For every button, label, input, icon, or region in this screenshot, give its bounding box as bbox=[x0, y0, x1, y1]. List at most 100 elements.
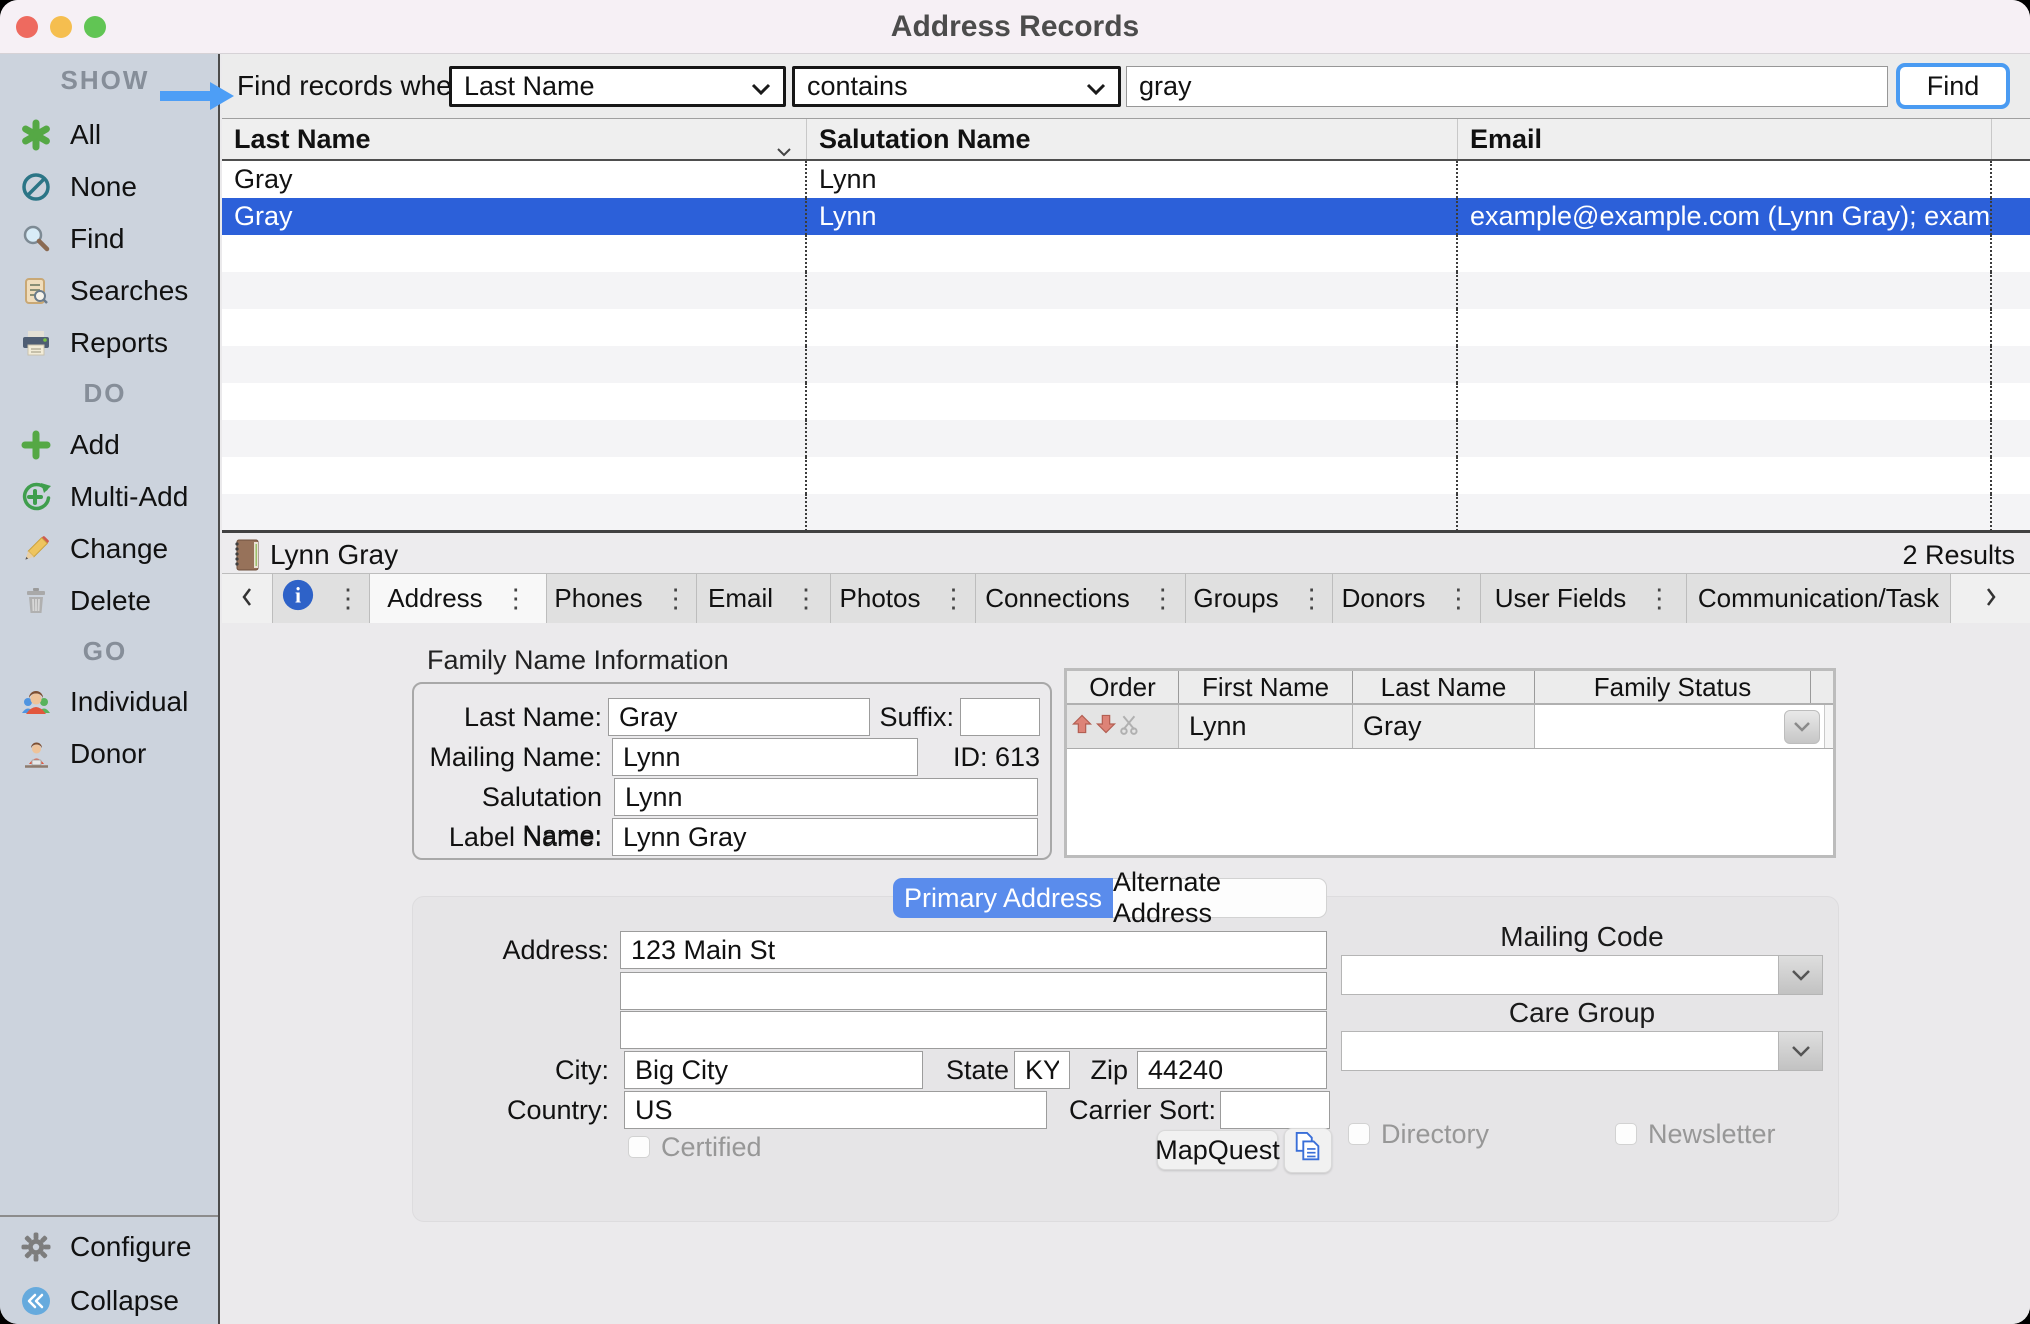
sidebar-item-donor[interactable]: Donor bbox=[0, 736, 220, 772]
operator-select[interactable]: contains bbox=[792, 66, 1121, 107]
tab-options-icon[interactable]: ⋮ bbox=[940, 583, 966, 614]
chevron-down-icon[interactable] bbox=[1784, 710, 1820, 744]
country-field[interactable] bbox=[624, 1091, 1047, 1129]
order-column-header: Order bbox=[1067, 671, 1179, 703]
tab-address[interactable]: Address⋮ bbox=[370, 574, 547, 623]
tab-scroll-right[interactable] bbox=[1951, 574, 2030, 623]
move-down-icon[interactable] bbox=[1095, 713, 1117, 740]
tab-options-icon[interactable]: ⋮ bbox=[663, 583, 689, 614]
tab-scroll-left[interactable] bbox=[222, 574, 273, 623]
care-group-dropdown[interactable] bbox=[1341, 1031, 1823, 1071]
tab-email[interactable]: Email⋮ bbox=[697, 574, 831, 623]
mailing-name-field[interactable] bbox=[612, 738, 918, 776]
sidebar-item-multi-add[interactable]: Multi-Add bbox=[0, 479, 220, 515]
column-header-salutation[interactable]: Salutation Name bbox=[807, 119, 1458, 159]
tab-connections[interactable]: Connections⋮ bbox=[976, 574, 1186, 623]
tab-phones[interactable]: Phones⋮ bbox=[547, 574, 697, 623]
sidebar-item-change[interactable]: Change bbox=[0, 531, 220, 567]
cell-extra bbox=[1992, 198, 2030, 235]
sidebar-item-label: Donor bbox=[70, 738, 146, 770]
find-button[interactable]: Find bbox=[1896, 63, 2010, 109]
member-first-name-cell[interactable]: Lynn bbox=[1179, 705, 1353, 748]
address-line3-field[interactable] bbox=[620, 1011, 1327, 1049]
tab-options-icon[interactable]: ⋮ bbox=[1445, 583, 1471, 614]
tab-options-icon[interactable]: ⋮ bbox=[335, 583, 361, 614]
suffix-field[interactable] bbox=[960, 698, 1040, 736]
sidebar-item-individual[interactable]: Individual bbox=[0, 684, 220, 720]
alternate-address-tab[interactable]: Alternate Address bbox=[1113, 878, 1327, 918]
plus-icon bbox=[20, 429, 52, 461]
primary-address-tab[interactable]: Primary Address bbox=[893, 878, 1113, 918]
tab-groups[interactable]: Groups⋮ bbox=[1186, 574, 1333, 623]
scrollbar-gutter-header bbox=[1811, 671, 1833, 703]
sidebar-item-add[interactable]: Add bbox=[0, 427, 220, 463]
cell-email: example@example.com (Lynn Gray); example… bbox=[1458, 198, 1992, 235]
column-header-label: Last Name bbox=[234, 124, 371, 155]
tab-options-icon[interactable]: ⋮ bbox=[1646, 583, 1672, 614]
column-header-label: Email bbox=[1470, 124, 1542, 155]
label-name-field[interactable] bbox=[612, 818, 1038, 856]
sidebar-item-delete[interactable]: Delete bbox=[0, 583, 220, 619]
city-label: City: bbox=[413, 1051, 609, 1089]
tab-options-icon[interactable]: ⋮ bbox=[793, 583, 819, 614]
zip-field[interactable] bbox=[1137, 1051, 1327, 1089]
member-last-name-cell[interactable]: Gray bbox=[1353, 705, 1535, 748]
tab-communication-task[interactable]: Communication/Task bbox=[1687, 574, 1951, 623]
tab-photos[interactable]: Photos⋮ bbox=[831, 574, 976, 623]
sidebar-item-reports[interactable]: Reports bbox=[0, 325, 220, 361]
tab-info[interactable]: i ⋮ bbox=[273, 574, 370, 623]
tab-donors[interactable]: Donors⋮ bbox=[1333, 574, 1481, 623]
mailing-code-dropdown[interactable] bbox=[1341, 955, 1823, 995]
records-table: Last Name Salutation Name Email Gray Lyn… bbox=[222, 118, 2030, 530]
cell-last-name: Gray bbox=[222, 161, 807, 198]
sidebar-section-do: DO bbox=[0, 377, 210, 409]
sidebar-item-configure[interactable]: Configure bbox=[0, 1229, 220, 1265]
column-header-last-name[interactable]: Last Name bbox=[222, 119, 807, 159]
trash-icon bbox=[20, 585, 52, 617]
sidebar-item-all[interactable]: All bbox=[0, 117, 220, 153]
address-line1-field[interactable] bbox=[620, 931, 1327, 969]
scissors-icon[interactable] bbox=[1119, 713, 1141, 740]
table-row-empty bbox=[222, 235, 2030, 272]
newsletter-checkbox[interactable] bbox=[1615, 1123, 1637, 1145]
last-name-field[interactable] bbox=[608, 698, 870, 736]
sidebar-item-collapse[interactable]: Collapse bbox=[0, 1283, 220, 1319]
tab-options-icon[interactable]: ⋮ bbox=[503, 583, 529, 614]
tab-options-icon[interactable]: ⋮ bbox=[1299, 583, 1325, 614]
copy-address-button[interactable] bbox=[1284, 1128, 1332, 1173]
sidebar-item-find[interactable]: Find bbox=[0, 221, 220, 257]
find-records-where-label: Find records where bbox=[237, 54, 477, 118]
city-field[interactable] bbox=[624, 1051, 923, 1089]
sidebar-item-searches[interactable]: Searches bbox=[0, 273, 220, 309]
sidebar-item-none[interactable]: None bbox=[0, 169, 220, 205]
mapquest-button[interactable]: MapQuest bbox=[1157, 1130, 1278, 1170]
column-header-email[interactable]: Email bbox=[1458, 119, 1992, 159]
table-row-empty bbox=[222, 346, 2030, 383]
address-line2-field[interactable] bbox=[620, 972, 1327, 1010]
tab-user-fields[interactable]: User Fields⋮ bbox=[1481, 574, 1687, 623]
pencil-icon bbox=[20, 533, 52, 565]
sidebar-item-label: Change bbox=[70, 533, 168, 565]
certified-checkbox[interactable] bbox=[628, 1136, 650, 1158]
field-select[interactable]: Last Name bbox=[449, 66, 786, 107]
column-header-extra bbox=[1992, 119, 2030, 159]
chevron-left-icon bbox=[241, 583, 253, 614]
tab-options-icon[interactable]: ⋮ bbox=[1150, 583, 1176, 614]
salutation-name-field[interactable] bbox=[614, 778, 1038, 816]
table-row[interactable]: Gray Lynn bbox=[222, 161, 2030, 198]
family-status-dropdown[interactable] bbox=[1535, 705, 1825, 748]
sidebar-item-label: Reports bbox=[70, 327, 168, 359]
carrier-sort-label: Carrier Sort: bbox=[1063, 1091, 1216, 1129]
sort-chevron-icon bbox=[776, 133, 792, 164]
state-field[interactable] bbox=[1014, 1051, 1070, 1089]
search-query-input[interactable] bbox=[1126, 66, 1888, 107]
scrollbar-gutter[interactable] bbox=[1825, 705, 1833, 748]
table-row-empty bbox=[222, 494, 2030, 531]
directory-checkbox[interactable] bbox=[1348, 1123, 1370, 1145]
carrier-sort-field[interactable] bbox=[1220, 1091, 1330, 1129]
move-up-icon[interactable] bbox=[1071, 713, 1093, 740]
sidebar-item-label: None bbox=[70, 171, 137, 203]
family-member-row[interactable]: Lynn Gray bbox=[1067, 705, 1833, 749]
asterisk-icon bbox=[20, 119, 52, 151]
table-row-selected[interactable]: Gray Lynn example@example.com (Lynn Gray… bbox=[222, 198, 2030, 235]
